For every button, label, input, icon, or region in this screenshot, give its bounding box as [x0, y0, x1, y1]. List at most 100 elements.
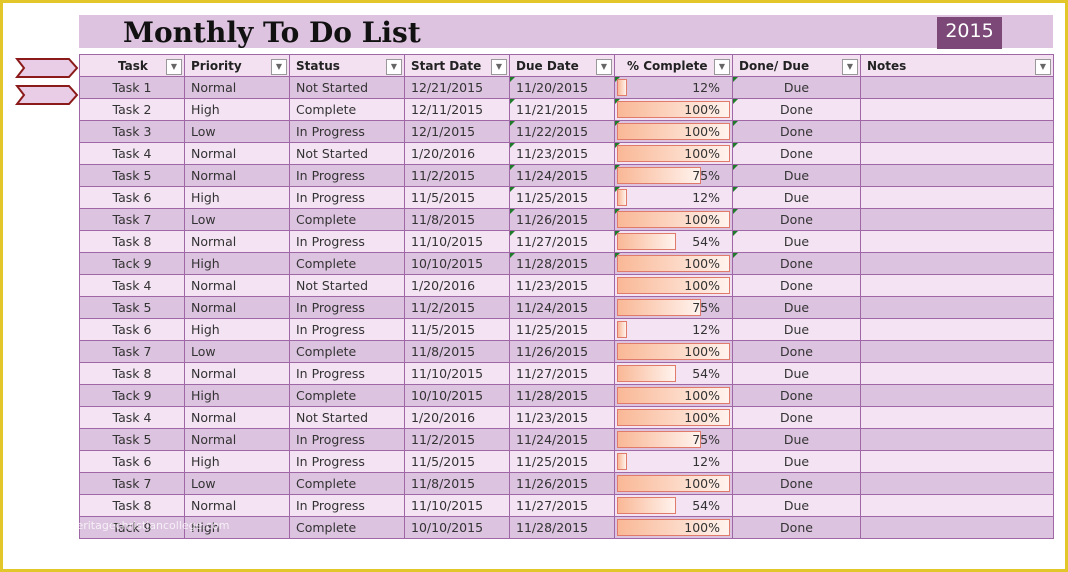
cell-task[interactable]: Tack 9	[79, 252, 185, 275]
filter-dropdown-icon[interactable]: ▼	[596, 59, 612, 75]
cell-priority[interactable]: Normal	[184, 296, 290, 319]
cell-start-date[interactable]: 12/11/2015	[404, 98, 510, 121]
cell-due-date[interactable]: 11/24/2015	[509, 164, 615, 187]
cell-notes[interactable]	[860, 274, 1054, 297]
cell-priority[interactable]: Low	[184, 208, 290, 231]
cell-done-due[interactable]: Done	[732, 384, 861, 407]
cell-notes[interactable]	[860, 208, 1054, 231]
cell-task[interactable]: Task 5	[79, 296, 185, 319]
cell-priority[interactable]: Normal	[184, 428, 290, 451]
cell-done-due[interactable]: Due	[732, 186, 861, 209]
cell-start-date[interactable]: 11/5/2015	[404, 318, 510, 341]
cell-notes[interactable]	[860, 296, 1054, 319]
cell-percent-complete[interactable]: 54%	[614, 494, 733, 517]
cell-task[interactable]: Task 8	[79, 362, 185, 385]
cell-due-date[interactable]: 11/28/2015	[509, 252, 615, 275]
cell-status[interactable]: In Progress	[289, 164, 405, 187]
cell-done-due[interactable]: Due	[732, 362, 861, 385]
cell-due-date[interactable]: 11/24/2015	[509, 296, 615, 319]
cell-status[interactable]: In Progress	[289, 186, 405, 209]
cell-percent-complete[interactable]: 100%	[614, 98, 733, 121]
cell-due-date[interactable]: 11/25/2015	[509, 186, 615, 209]
cell-percent-complete[interactable]: 100%	[614, 384, 733, 407]
cell-percent-complete[interactable]: 75%	[614, 428, 733, 451]
cell-priority[interactable]: High	[184, 318, 290, 341]
cell-start-date[interactable]: 1/20/2016	[404, 142, 510, 165]
cell-done-due[interactable]: Done	[732, 120, 861, 143]
cell-start-date[interactable]: 11/10/2015	[404, 362, 510, 385]
cell-task[interactable]: Task 7	[79, 340, 185, 363]
cell-priority[interactable]: Normal	[184, 362, 290, 385]
cell-start-date[interactable]: 11/10/2015	[404, 494, 510, 517]
cell-start-date[interactable]: 1/20/2016	[404, 274, 510, 297]
cell-notes[interactable]	[860, 142, 1054, 165]
cell-priority[interactable]: Normal	[184, 274, 290, 297]
cell-start-date[interactable]: 11/2/2015	[404, 164, 510, 187]
cell-percent-complete[interactable]: 54%	[614, 230, 733, 253]
cell-status[interactable]: Complete	[289, 98, 405, 121]
cell-status[interactable]: Complete	[289, 252, 405, 275]
cell-start-date[interactable]: 10/10/2015	[404, 252, 510, 275]
cell-percent-complete[interactable]: 54%	[614, 362, 733, 385]
cell-notes[interactable]	[860, 98, 1054, 121]
cell-notes[interactable]	[860, 516, 1054, 539]
filter-dropdown-icon[interactable]: ▼	[491, 59, 507, 75]
cell-start-date[interactable]: 12/21/2015	[404, 76, 510, 99]
cell-percent-complete[interactable]: 100%	[614, 252, 733, 275]
cell-status[interactable]: Complete	[289, 384, 405, 407]
cell-status[interactable]: In Progress	[289, 318, 405, 341]
cell-due-date[interactable]: 11/26/2015	[509, 208, 615, 231]
cell-status[interactable]: Not Started	[289, 142, 405, 165]
cell-notes[interactable]	[860, 252, 1054, 275]
cell-status[interactable]: Not Started	[289, 274, 405, 297]
filter-dropdown-icon[interactable]: ▼	[386, 59, 402, 75]
cell-percent-complete[interactable]: 100%	[614, 208, 733, 231]
cell-task[interactable]: Task 5	[79, 428, 185, 451]
cell-task[interactable]: Task 4	[79, 406, 185, 429]
cell-task[interactable]: Task 7	[79, 208, 185, 231]
cell-start-date[interactable]: 11/5/2015	[404, 450, 510, 473]
cell-done-due[interactable]: Done	[732, 98, 861, 121]
cell-percent-complete[interactable]: 100%	[614, 340, 733, 363]
cell-due-date[interactable]: 11/23/2015	[509, 406, 615, 429]
cell-notes[interactable]	[860, 472, 1054, 495]
cell-status[interactable]: In Progress	[289, 428, 405, 451]
cell-done-due[interactable]: Done	[732, 142, 861, 165]
cell-priority[interactable]: Normal	[184, 494, 290, 517]
cell-priority[interactable]: High	[184, 450, 290, 473]
cell-done-due[interactable]: Due	[732, 428, 861, 451]
cell-priority[interactable]: High	[184, 186, 290, 209]
cell-due-date[interactable]: 11/27/2015	[509, 362, 615, 385]
cell-status[interactable]: Not Started	[289, 406, 405, 429]
cell-percent-complete[interactable]: 100%	[614, 516, 733, 539]
cell-priority[interactable]: Low	[184, 472, 290, 495]
cell-percent-complete[interactable]: 12%	[614, 186, 733, 209]
cell-priority[interactable]: High	[184, 98, 290, 121]
cell-due-date[interactable]: 11/28/2015	[509, 384, 615, 407]
filter-dropdown-icon[interactable]: ▼	[1035, 59, 1051, 75]
cell-due-date[interactable]: 11/26/2015	[509, 340, 615, 363]
cell-percent-complete[interactable]: 12%	[614, 318, 733, 341]
cell-start-date[interactable]: 12/1/2015	[404, 120, 510, 143]
cell-status[interactable]: Complete	[289, 516, 405, 539]
cell-task[interactable]: Task 8	[79, 230, 185, 253]
cell-status[interactable]: In Progress	[289, 450, 405, 473]
cell-task[interactable]: Task 7	[79, 472, 185, 495]
cell-notes[interactable]	[860, 164, 1054, 187]
cell-percent-complete[interactable]: 12%	[614, 76, 733, 99]
cell-priority[interactable]: Normal	[184, 164, 290, 187]
cell-start-date[interactable]: 10/10/2015	[404, 516, 510, 539]
cell-percent-complete[interactable]: 75%	[614, 296, 733, 319]
cell-task[interactable]: Task 5	[79, 164, 185, 187]
cell-notes[interactable]	[860, 340, 1054, 363]
cell-due-date[interactable]: 11/20/2015	[509, 76, 615, 99]
cell-percent-complete[interactable]: 100%	[614, 120, 733, 143]
cell-done-due[interactable]: Done	[732, 340, 861, 363]
cell-notes[interactable]	[860, 362, 1054, 385]
cell-start-date[interactable]: 11/8/2015	[404, 472, 510, 495]
cell-done-due[interactable]: Due	[732, 450, 861, 473]
cell-start-date[interactable]: 11/8/2015	[404, 340, 510, 363]
cell-notes[interactable]	[860, 76, 1054, 99]
cell-priority[interactable]: Low	[184, 340, 290, 363]
cell-notes[interactable]	[860, 384, 1054, 407]
